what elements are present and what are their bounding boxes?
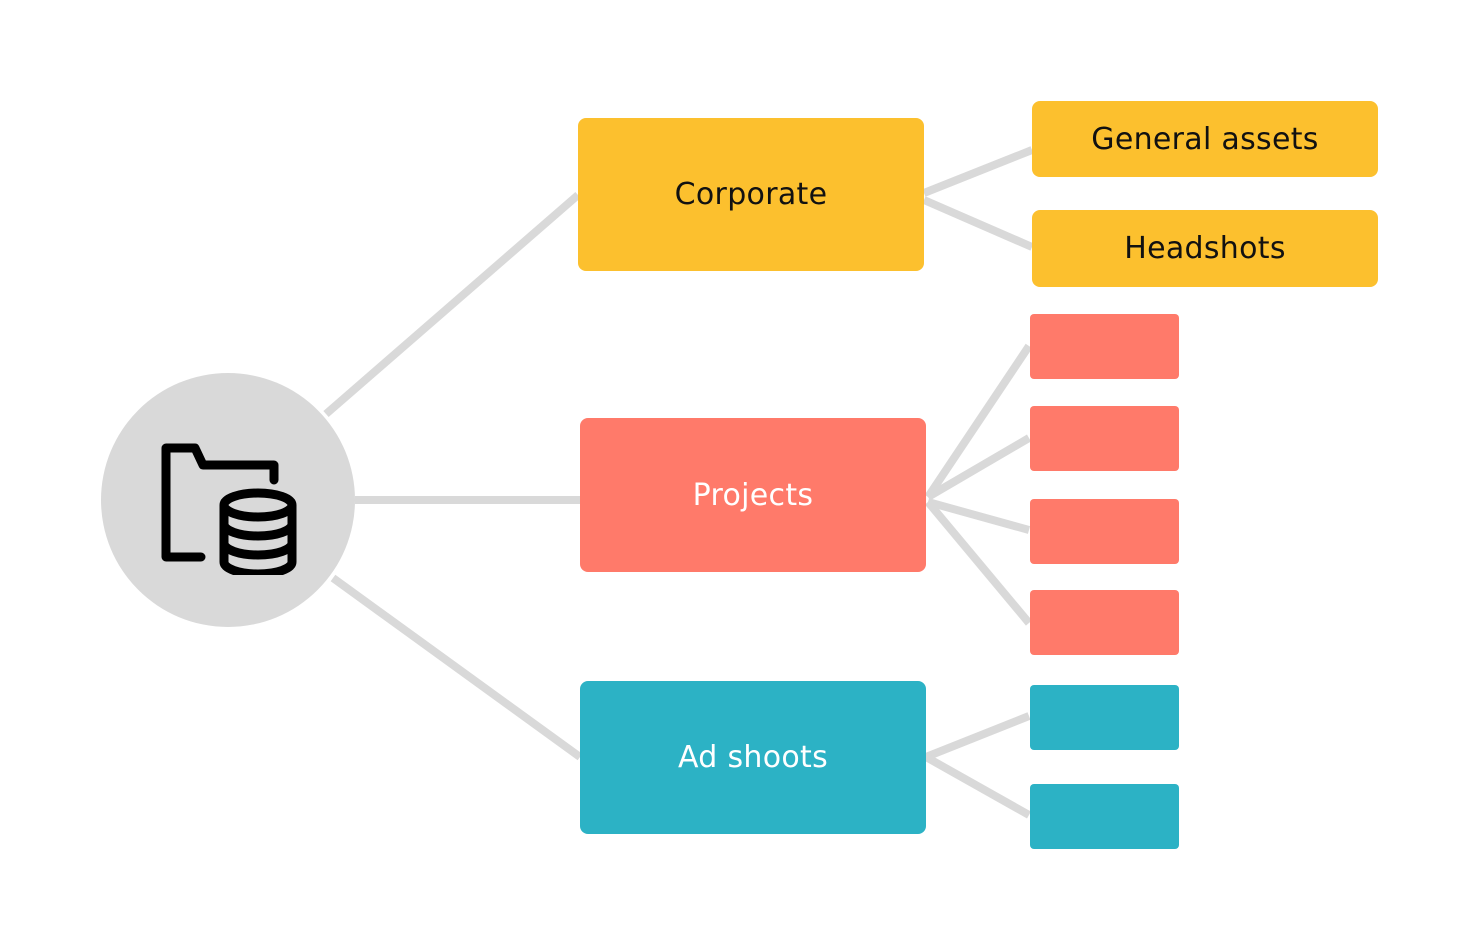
- connector-ad-shoots-child-1: [924, 712, 1031, 761]
- connector-projects-child-1: [924, 343, 1033, 500]
- leaf-ad-shoots-2[interactable]: [1030, 784, 1179, 849]
- folder-database-icon: [161, 443, 297, 575]
- node-ad-shoots-label: Ad shoots: [677, 740, 829, 775]
- leaf-projects-2[interactable]: [1030, 406, 1179, 471]
- connector-corporate-headshots: [922, 196, 1034, 251]
- node-corporate[interactable]: Corporate: [578, 118, 924, 271]
- node-projects[interactable]: Projects: [580, 418, 926, 572]
- leaf-projects-4[interactable]: [1030, 590, 1179, 655]
- leaf-headshots-label: Headshots: [1124, 231, 1286, 266]
- node-ad-shoots[interactable]: Ad shoots: [580, 681, 926, 834]
- connector-root-corporate: [323, 191, 581, 418]
- node-projects-label: Projects: [692, 477, 814, 513]
- connector-root-ad-shoots: [330, 574, 583, 761]
- node-corporate-label: Corporate: [674, 177, 828, 212]
- root-node[interactable]: [101, 373, 355, 627]
- leaf-general-assets[interactable]: General assets: [1032, 101, 1378, 177]
- leaf-projects-1[interactable]: [1030, 314, 1179, 379]
- leaf-general-assets-label: General assets: [1091, 121, 1319, 157]
- connector-ad-shoots-child-2: [924, 753, 1031, 819]
- leaf-headshots[interactable]: Headshots: [1032, 210, 1378, 287]
- connector-corporate-general-assets: [922, 146, 1034, 197]
- leaf-ad-shoots-1[interactable]: [1030, 685, 1179, 750]
- leaf-projects-3[interactable]: [1030, 499, 1179, 564]
